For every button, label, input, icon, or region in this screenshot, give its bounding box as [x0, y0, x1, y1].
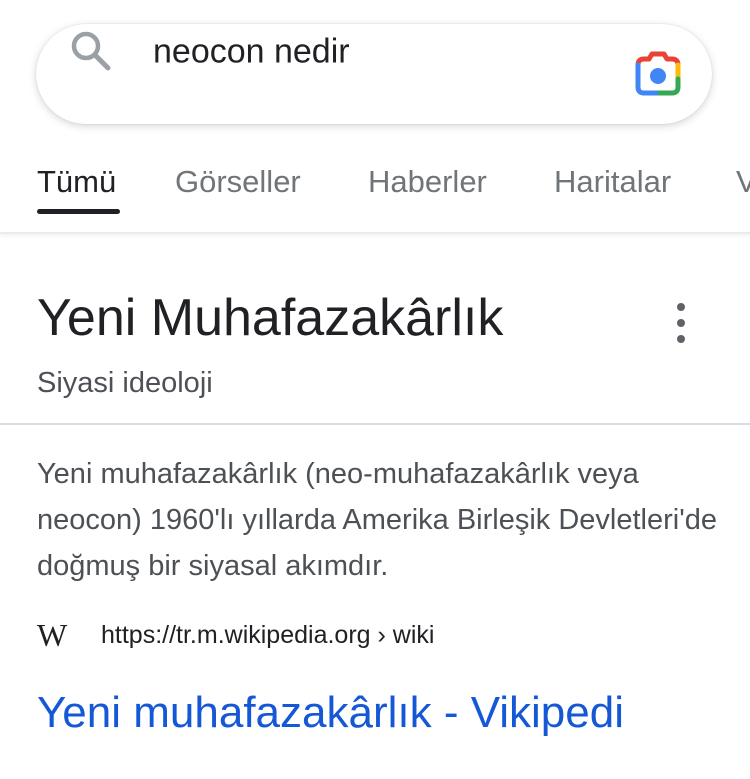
wikipedia-icon: W [37, 616, 67, 653]
menu-dot [677, 303, 685, 311]
tab-all[interactable]: Tümü [37, 164, 116, 200]
knowledge-panel-description: Yeni muhafazakârlık (neo-muhafazakârlık … [37, 458, 717, 582]
knowledge-panel-title: Yeni Muhafazakârlık [37, 289, 504, 347]
tab-maps[interactable]: Haritalar [554, 164, 671, 200]
result-title-link[interactable]: Yeni muhafazakârlık - Vikipedi [37, 684, 624, 742]
tab-images[interactable]: Görseller [175, 164, 301, 200]
menu-dot [677, 319, 685, 327]
search-input[interactable]: neocon nedir [153, 33, 350, 72]
result-source[interactable]: W https://tr.m.wikipedia.org › wiki [37, 614, 434, 656]
knowledge-panel-divider [0, 423, 750, 425]
tab-news[interactable]: Haberler [368, 164, 487, 200]
google-lens-icon[interactable] [632, 51, 684, 97]
search-tabs: Tümü Görseller Haberler Haritalar V [0, 150, 750, 234]
more-vert-icon[interactable] [666, 303, 696, 343]
search-bar[interactable] [36, 24, 712, 124]
tab-videos[interactable]: V [736, 164, 750, 200]
active-tab-indicator [37, 209, 120, 214]
menu-dot [677, 335, 685, 343]
tabs-divider [0, 232, 750, 234]
source-url[interactable]: https://tr.m.wikipedia.org › wiki [101, 621, 434, 650]
search-icon[interactable] [68, 28, 114, 74]
search-results-page: neocon nedir Tümü Görseller Haberler Har… [0, 0, 750, 779]
knowledge-panel-subtitle: Siyasi ideoloji [37, 367, 213, 399]
